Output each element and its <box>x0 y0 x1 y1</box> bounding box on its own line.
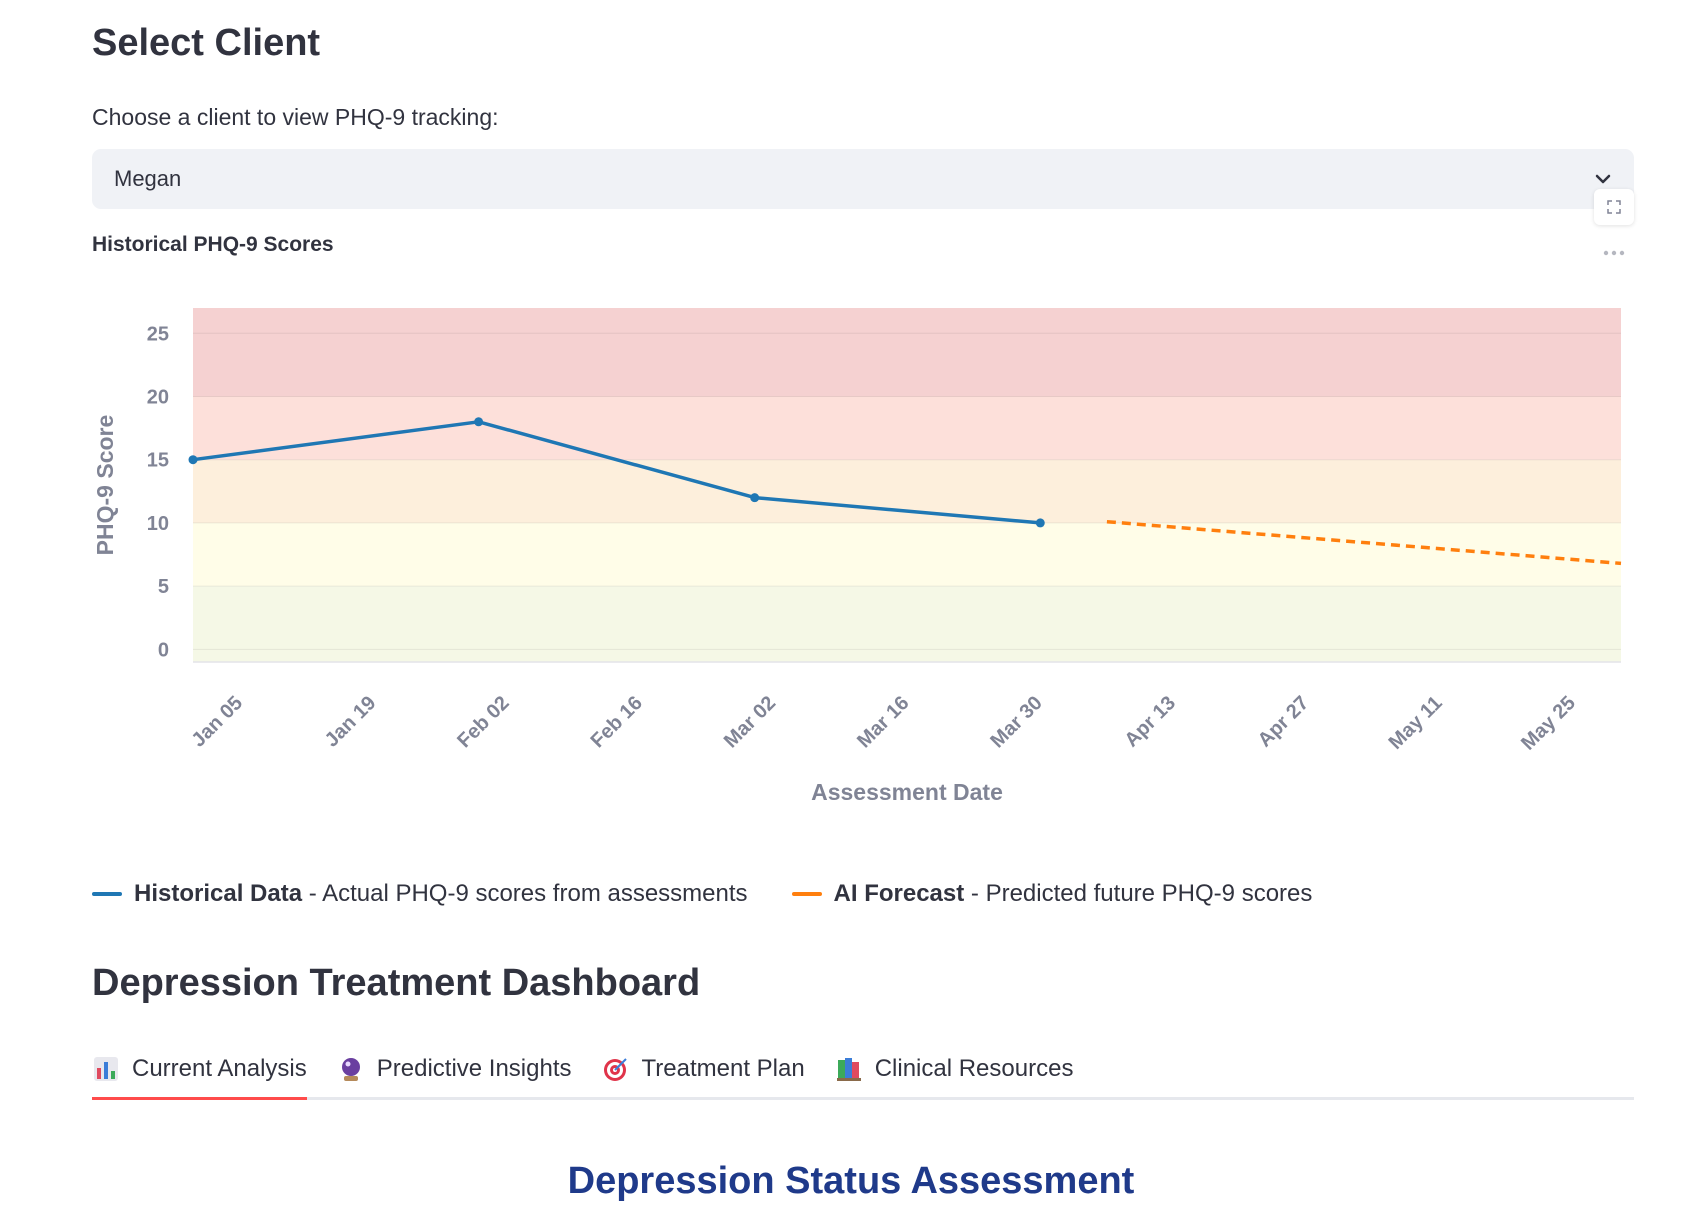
y-axis-label: PHQ-9 Score <box>92 415 118 556</box>
tab-predictive-insights[interactable]: Predictive Insights <box>337 1040 572 1097</box>
legend-historical: Historical Data - Actual PHQ-9 scores fr… <box>92 880 748 908</box>
legend-forecast-swatch <box>791 892 822 896</box>
client-select[interactable]: Megan <box>92 149 1634 209</box>
client-select-label: Choose a client to view PHQ-9 tracking: <box>92 104 499 130</box>
x-tick-label: Mar 30 <box>986 692 1046 752</box>
legend-forecast-desc: - Predicted future PHQ-9 scores <box>964 880 1313 907</box>
y-tick-label: 0 <box>158 639 169 661</box>
tab-clinical-resources[interactable]: Clinical Resources <box>835 1040 1074 1097</box>
tab-current-analysis[interactable]: Current Analysis <box>92 1040 307 1100</box>
historical-point <box>188 455 198 465</box>
dashboard-title: Depression Treatment Dashboard <box>92 962 701 1004</box>
tab-label: Clinical Resources <box>874 1054 1074 1082</box>
books-icon <box>836 1057 861 1081</box>
page-title: Select Client <box>92 22 321 64</box>
phq9-chart: 0 5 10 15 20 25 Jan 05 Jan 19 Feb 02 Feb 16 Mar 02… <box>92 308 1622 805</box>
chevron-down-icon <box>1595 174 1611 184</box>
fullscreen-button[interactable] <box>1594 189 1634 225</box>
severity-band <box>193 522 1621 587</box>
x-tick-label: Feb 02 <box>453 692 513 752</box>
x-tick-label: Mar 16 <box>853 692 913 752</box>
legend-historical-desc: - Actual PHQ-9 scores from assessments <box>302 880 748 907</box>
x-tick-label: May 25 <box>1517 692 1580 755</box>
severity-band <box>193 396 1621 460</box>
x-tick-label: May 11 <box>1385 692 1447 754</box>
x-tick-label: Mar 02 <box>720 692 780 752</box>
tab-treatment-plan[interactable]: Treatment Plan <box>602 1040 805 1097</box>
more-horizontal-icon <box>1603 250 1625 256</box>
x-tick-label: Apr 13 <box>1120 692 1180 752</box>
chart-title: Historical PHQ-9 Scores <box>92 233 334 256</box>
y-tick-label: 20 <box>147 387 169 409</box>
y-tick-label: 5 <box>158 576 169 598</box>
x-tick-label: Jan 05 <box>188 692 248 752</box>
x-tick-label: Feb 16 <box>587 692 647 752</box>
legend-forecast: AI Forecast - Predicted future PHQ-9 sco… <box>791 880 1313 908</box>
chart-legend: Historical Data - Actual PHQ-9 scores fr… <box>92 880 1356 908</box>
historical-point <box>1035 518 1045 528</box>
tab-label: Current Analysis <box>132 1054 307 1082</box>
fullscreen-icon <box>1607 200 1621 214</box>
bar-chart-icon <box>94 1056 118 1081</box>
tab-label: Treatment Plan <box>641 1054 805 1082</box>
y-tick-label: 25 <box>147 323 169 345</box>
severity-band <box>193 308 1621 397</box>
client-select-value: Megan <box>114 166 182 191</box>
target-icon <box>603 1057 627 1081</box>
historical-point <box>474 417 484 427</box>
severity-band <box>193 459 1621 523</box>
dashboard-tabs: Current Analysis Predictive Insights Tre… <box>92 1040 1634 1100</box>
x-axis-label: Assessment Date <box>811 779 1003 805</box>
severity-band <box>193 586 1621 662</box>
crystal-ball-icon <box>341 1057 360 1081</box>
legend-forecast-name: AI Forecast <box>833 880 965 907</box>
chart-menu-button[interactable] <box>1598 242 1630 264</box>
legend-historical-swatch <box>92 892 122 896</box>
x-tick-label: Jan 19 <box>321 692 381 752</box>
y-tick-label: 15 <box>147 450 169 472</box>
y-tick-label: 10 <box>147 513 169 535</box>
legend-historical-name: Historical Data <box>134 880 303 907</box>
historical-point <box>750 493 760 503</box>
tab-label: Predictive Insights <box>376 1054 572 1082</box>
x-tick-label: Apr 27 <box>1254 692 1314 752</box>
status-assessment-title: Depression Status Assessment <box>567 1160 1135 1202</box>
